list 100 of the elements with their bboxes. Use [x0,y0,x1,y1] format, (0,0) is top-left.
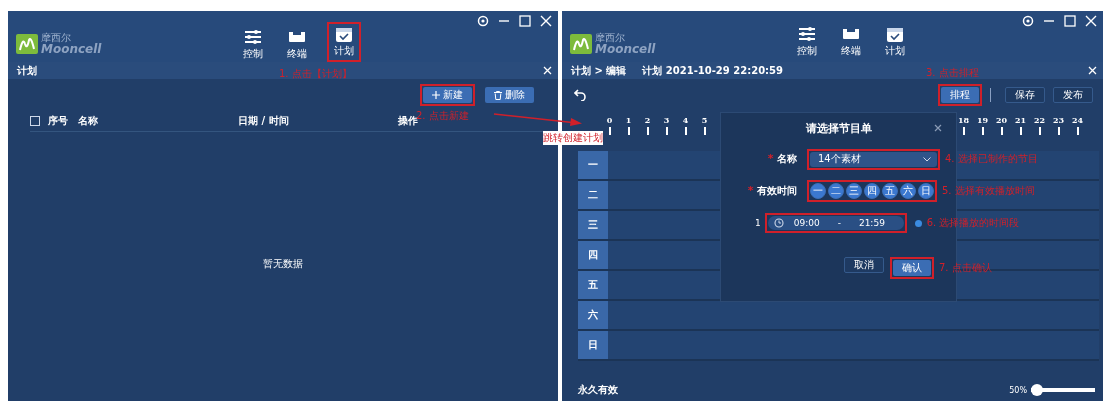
slider-thumb[interactable] [1031,384,1043,396]
logo-subtitle: 摩西尔 [595,32,625,43]
nav-tab[interactable]: 计划 [881,24,909,59]
weekday-toggle[interactable]: 四 [864,183,880,199]
logo-subtitle: 摩西尔 [41,32,71,43]
weekday-toggle[interactable]: 三 [846,183,862,199]
close-icon[interactable] [934,124,942,132]
clock-icon [773,218,784,228]
trash-icon [494,90,502,100]
logo-icon[interactable] [16,33,38,54]
cancel-button[interactable]: 取消 [844,257,884,273]
tick-mark [1076,127,1079,135]
nav-tab[interactable]: 终端 [283,27,311,62]
primary-button[interactable]: 新建 [423,87,472,103]
annotation-note: 跳转创建计划 [543,131,603,145]
primary-button[interactable]: 排程 [941,87,979,103]
column-header: 操作 [398,115,418,128]
day-label: 日 [578,331,608,359]
weekday-toggle[interactable]: 六 [900,183,916,199]
day-label: 三 [578,211,608,239]
day-label: 二 [578,181,608,209]
hour-label: 18 [957,115,970,125]
weekday-toggle[interactable]: 五 [882,183,898,199]
nav-tab[interactable]: 计划 [330,24,358,59]
hour-label: 5 [701,115,708,125]
hour-label: 0 [606,115,613,125]
checkbox[interactable] [30,116,40,126]
maximize-icon[interactable] [519,15,531,27]
program-dropdown[interactable]: 14个素材 [810,151,937,167]
sliders-icon [798,25,816,42]
tick-mark [1000,127,1003,135]
day-label: 一 [578,151,608,179]
hour-label: 24 [1071,115,1084,125]
tick-mark [1038,127,1041,135]
add-dot[interactable] [914,219,922,227]
zoom-reading: 50% [1009,385,1027,395]
maximize-icon[interactable] [1064,15,1076,27]
annotation-note: 5. 选择有效播放时间 [942,184,1035,198]
validity-label: 永久有效 [578,383,618,397]
weekday-toggle[interactable]: 日 [918,183,934,199]
undo-icon[interactable] [574,89,586,101]
logo-title: Mooncell [41,42,102,55]
hour-label: 22 [1033,115,1046,125]
dialog-title: 请选择节目单 [805,120,872,136]
logo-icon[interactable] [570,33,592,54]
tick-mark [608,127,611,135]
annotation-note: 6. 选择播放的时间段 [926,216,1020,230]
tick-mark [1019,127,1022,135]
day-label: 六 [578,301,608,329]
annotation-note: 3. 点击排程 [926,66,979,80]
time-range-field[interactable]: 09:00 - 21:59 [767,216,904,230]
column-header: 日期 / 时间 [238,114,290,128]
settings-icon[interactable] [477,15,489,27]
field-label: * 有效时间 [746,184,798,198]
annotation-note: 4. 选择已制作的节目 [945,152,1038,166]
column-header: 序号 [48,114,69,128]
hour-label: 20 [995,115,1008,125]
delete-button[interactable]: 删除 [485,87,534,103]
tick-mark [703,127,706,135]
sliders-icon [244,28,262,45]
toolbar-button[interactable]: 保存 [1005,87,1045,103]
logo-title: Mooncell [595,42,656,55]
day-label: 四 [578,241,608,269]
day-label: 五 [578,271,608,299]
hour-label: 1 [625,115,632,125]
hour-label: 2 [644,115,651,125]
tick-mark [646,127,649,135]
row-number: 1 [755,218,761,228]
hour-label: 23 [1052,115,1065,125]
calendar-icon [335,25,353,42]
settings-icon[interactable] [1022,15,1034,27]
annotation-note: 7. 点击确认 [939,261,992,275]
nav-tab[interactable]: 控制 [239,27,267,62]
column-header: 名称 [78,114,99,128]
hour-label: 3 [663,115,670,125]
tick-mark [684,127,687,135]
hour-label: 21 [1014,115,1027,125]
annotation-note: 1. 点击【计划】 [279,66,352,81]
hour-label: 19 [976,115,989,125]
weekday-toggle[interactable]: 一 [810,183,826,199]
weekday-toggle[interactable]: 二 [828,183,844,199]
tick-mark [627,127,630,135]
required-mark: * [767,152,774,165]
confirm-button[interactable]: 确认 [893,260,931,276]
toolbar-button[interactable]: 发布 [1053,87,1093,103]
tick-mark [1057,127,1060,135]
plus-icon [432,91,440,99]
required-mark: * [747,184,754,197]
calendar-icon [886,25,904,42]
empty-message: 暂无数据 [263,257,303,271]
tick-mark [962,127,965,135]
breadcrumb: 计划 2021-10-29 22:20:59 [642,63,784,78]
breadcrumb: 计划 > 编辑 [571,63,627,78]
tick-mark [981,127,984,135]
nav-tab[interactable]: 控制 [793,24,821,59]
chevron-icon [923,156,931,162]
field-label: * 名称 [766,152,798,166]
breadcrumb: 计划 [17,63,37,78]
hour-label: 4 [682,115,689,125]
nav-tab[interactable]: 终端 [837,24,865,59]
